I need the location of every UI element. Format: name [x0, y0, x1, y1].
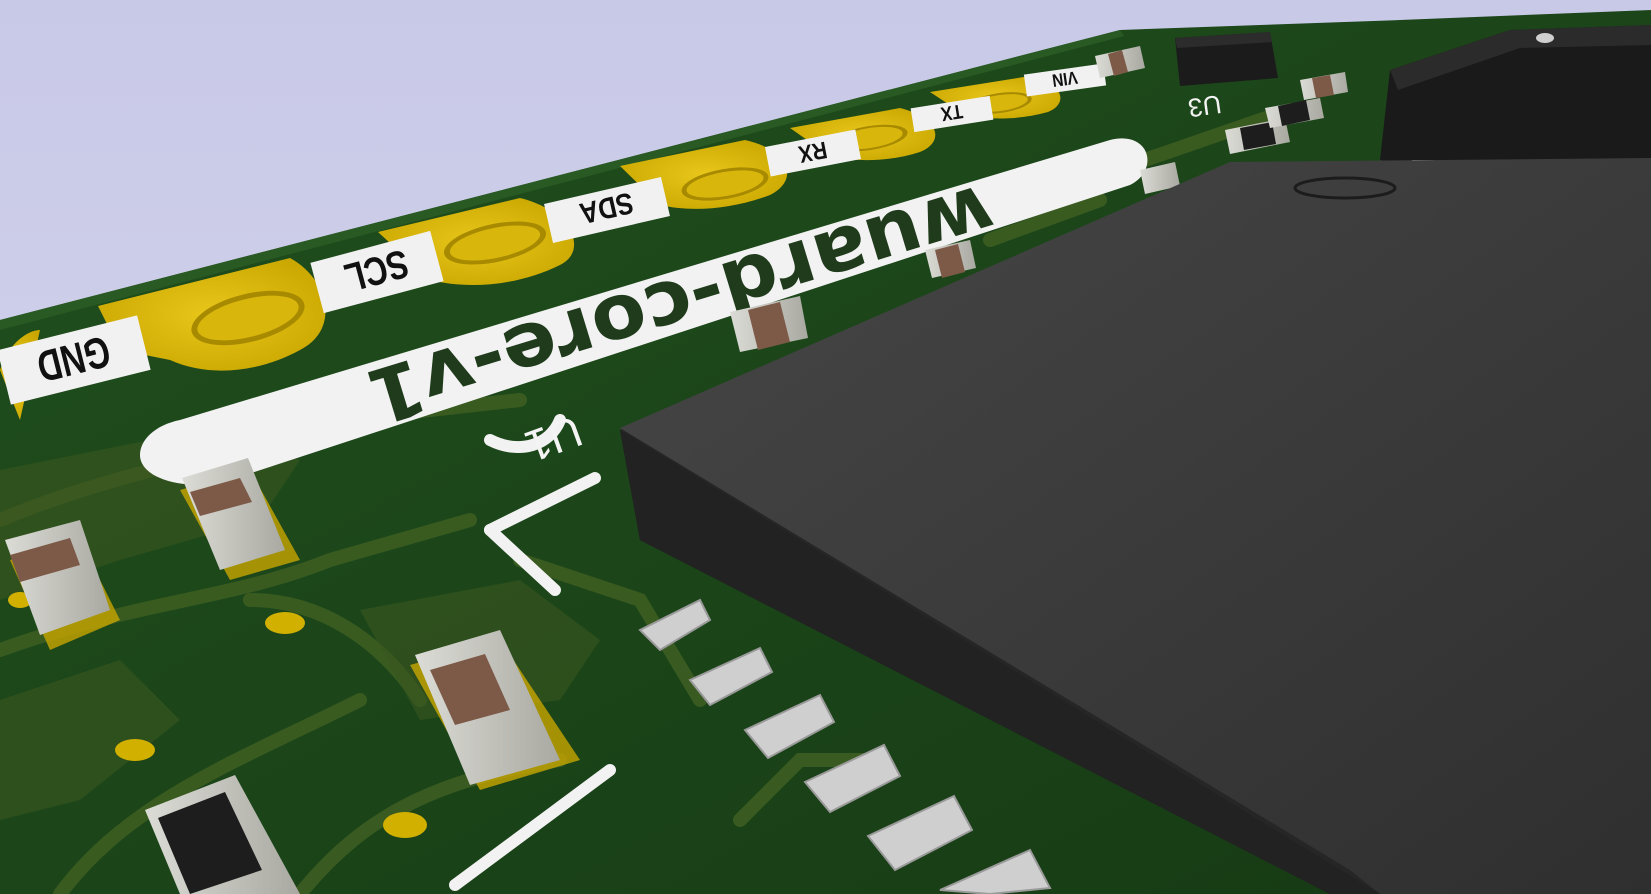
u3-ref-label: U3	[1186, 89, 1223, 123]
u3-chip	[1175, 32, 1278, 86]
pin-label-tx: TX	[939, 100, 965, 126]
pin-label-rx: RX	[796, 136, 829, 168]
pin-label-vin: VIN	[1051, 67, 1079, 91]
pcb-3d-view: GND SCL SDA RX TX VIN wuard-core-v1 U1 U…	[0, 0, 1651, 894]
